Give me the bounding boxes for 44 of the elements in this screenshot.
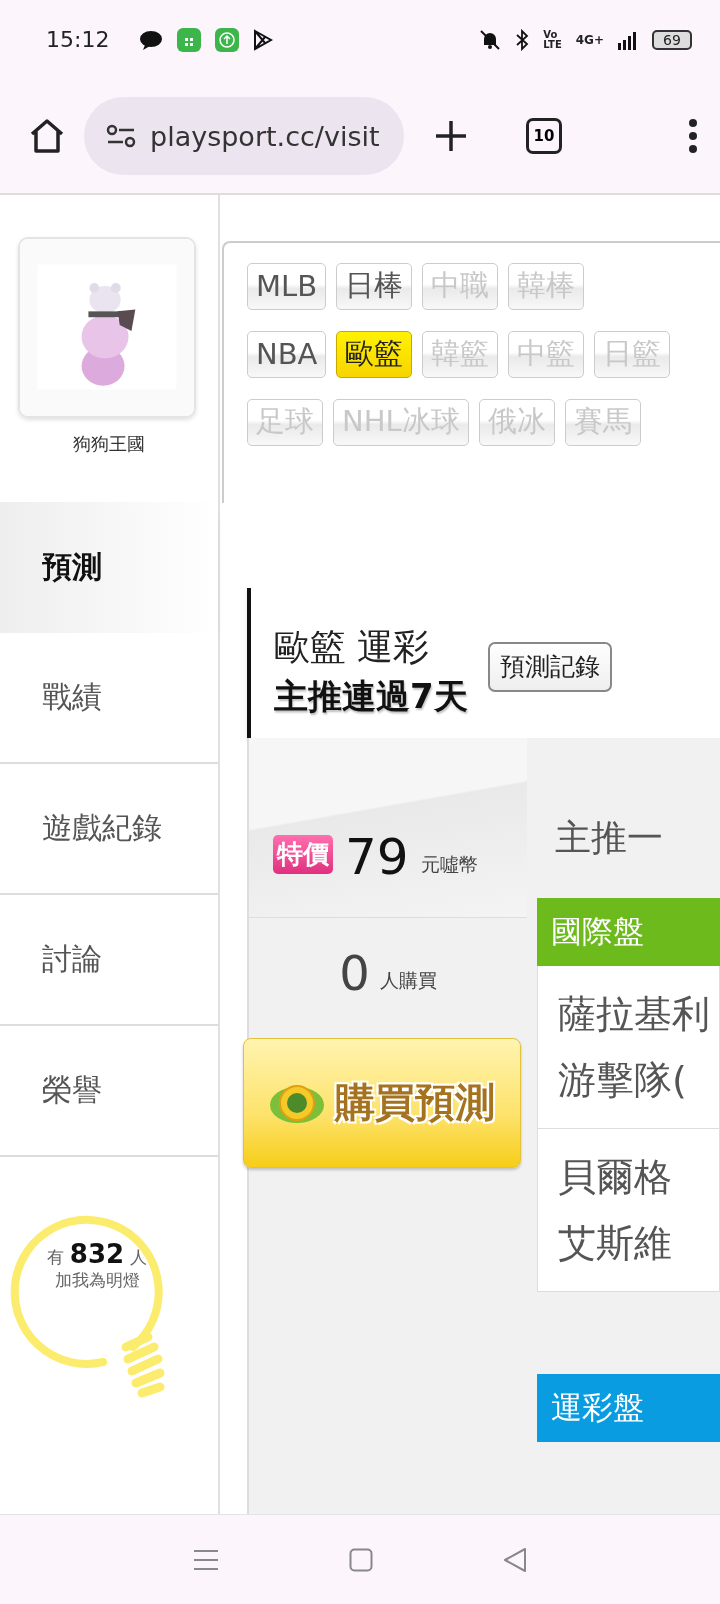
battery-level: 69 — [652, 29, 692, 50]
price: 79 — [345, 831, 409, 882]
team-name: 艾斯維 — [558, 1219, 673, 1267]
upload-icon — [215, 27, 240, 52]
home-icon[interactable] — [28, 118, 66, 155]
league-tab[interactable]: NBA — [247, 330, 327, 378]
league-tab[interactable]: 歐籃 — [336, 330, 413, 378]
bluetooth-icon — [515, 28, 530, 51]
home-square-icon[interactable] — [349, 1547, 373, 1572]
address-bar[interactable]: playsport.cc/visit — [84, 97, 404, 176]
team-name: 游擊隊( — [558, 1056, 688, 1104]
tab-count-button[interactable]: 10 — [526, 118, 562, 155]
streak-text: 主推連過7天 — [274, 675, 468, 719]
more-options-icon[interactable] — [688, 119, 698, 154]
network-type: 4G+ — [575, 32, 604, 47]
fan-count: 有 832 人 — [47, 1238, 147, 1269]
league-title: 歐籃 運彩 — [274, 625, 431, 670]
league-tab[interactable]: 日棒 — [336, 262, 413, 310]
site-settings-icon[interactable] — [106, 124, 136, 149]
new-tab-icon[interactable] — [434, 119, 468, 154]
section-header: 運彩盤 — [537, 1373, 720, 1442]
record-button[interactable]: 預測記錄 — [487, 641, 612, 692]
signal-icon — [618, 29, 638, 50]
price-unit: 元噓幣 — [420, 851, 478, 877]
section-header: 國際盤 — [537, 897, 720, 966]
back-icon[interactable] — [503, 1546, 527, 1573]
pick-title: 主推一 — [554, 815, 664, 860]
profile-name: 狗狗王國 — [73, 431, 145, 456]
clock: 15:12 — [46, 27, 110, 53]
volte-indicator: Vo LTE — [543, 29, 562, 50]
chat-bubble-icon — [139, 28, 164, 51]
play-store-icon — [253, 28, 274, 51]
fan-caption: 加我為明燈 — [54, 1268, 140, 1292]
team-name: 貝爾格 — [558, 1153, 673, 1201]
shopping-bag-icon — [177, 27, 202, 52]
url-text: playsport.cc/visit — [150, 120, 380, 152]
buyer-count: 0 — [339, 944, 370, 1001]
league-tab[interactable]: MLB — [247, 262, 327, 310]
sidebar-item[interactable]: 預測 — [0, 501, 218, 633]
muted-bell-icon — [479, 28, 502, 51]
sale-badge: 特價 — [273, 834, 333, 874]
menu-icon[interactable] — [193, 1548, 219, 1571]
buyer-label: 人購買 — [379, 967, 437, 993]
team-name: 薩拉基利 — [558, 990, 711, 1038]
